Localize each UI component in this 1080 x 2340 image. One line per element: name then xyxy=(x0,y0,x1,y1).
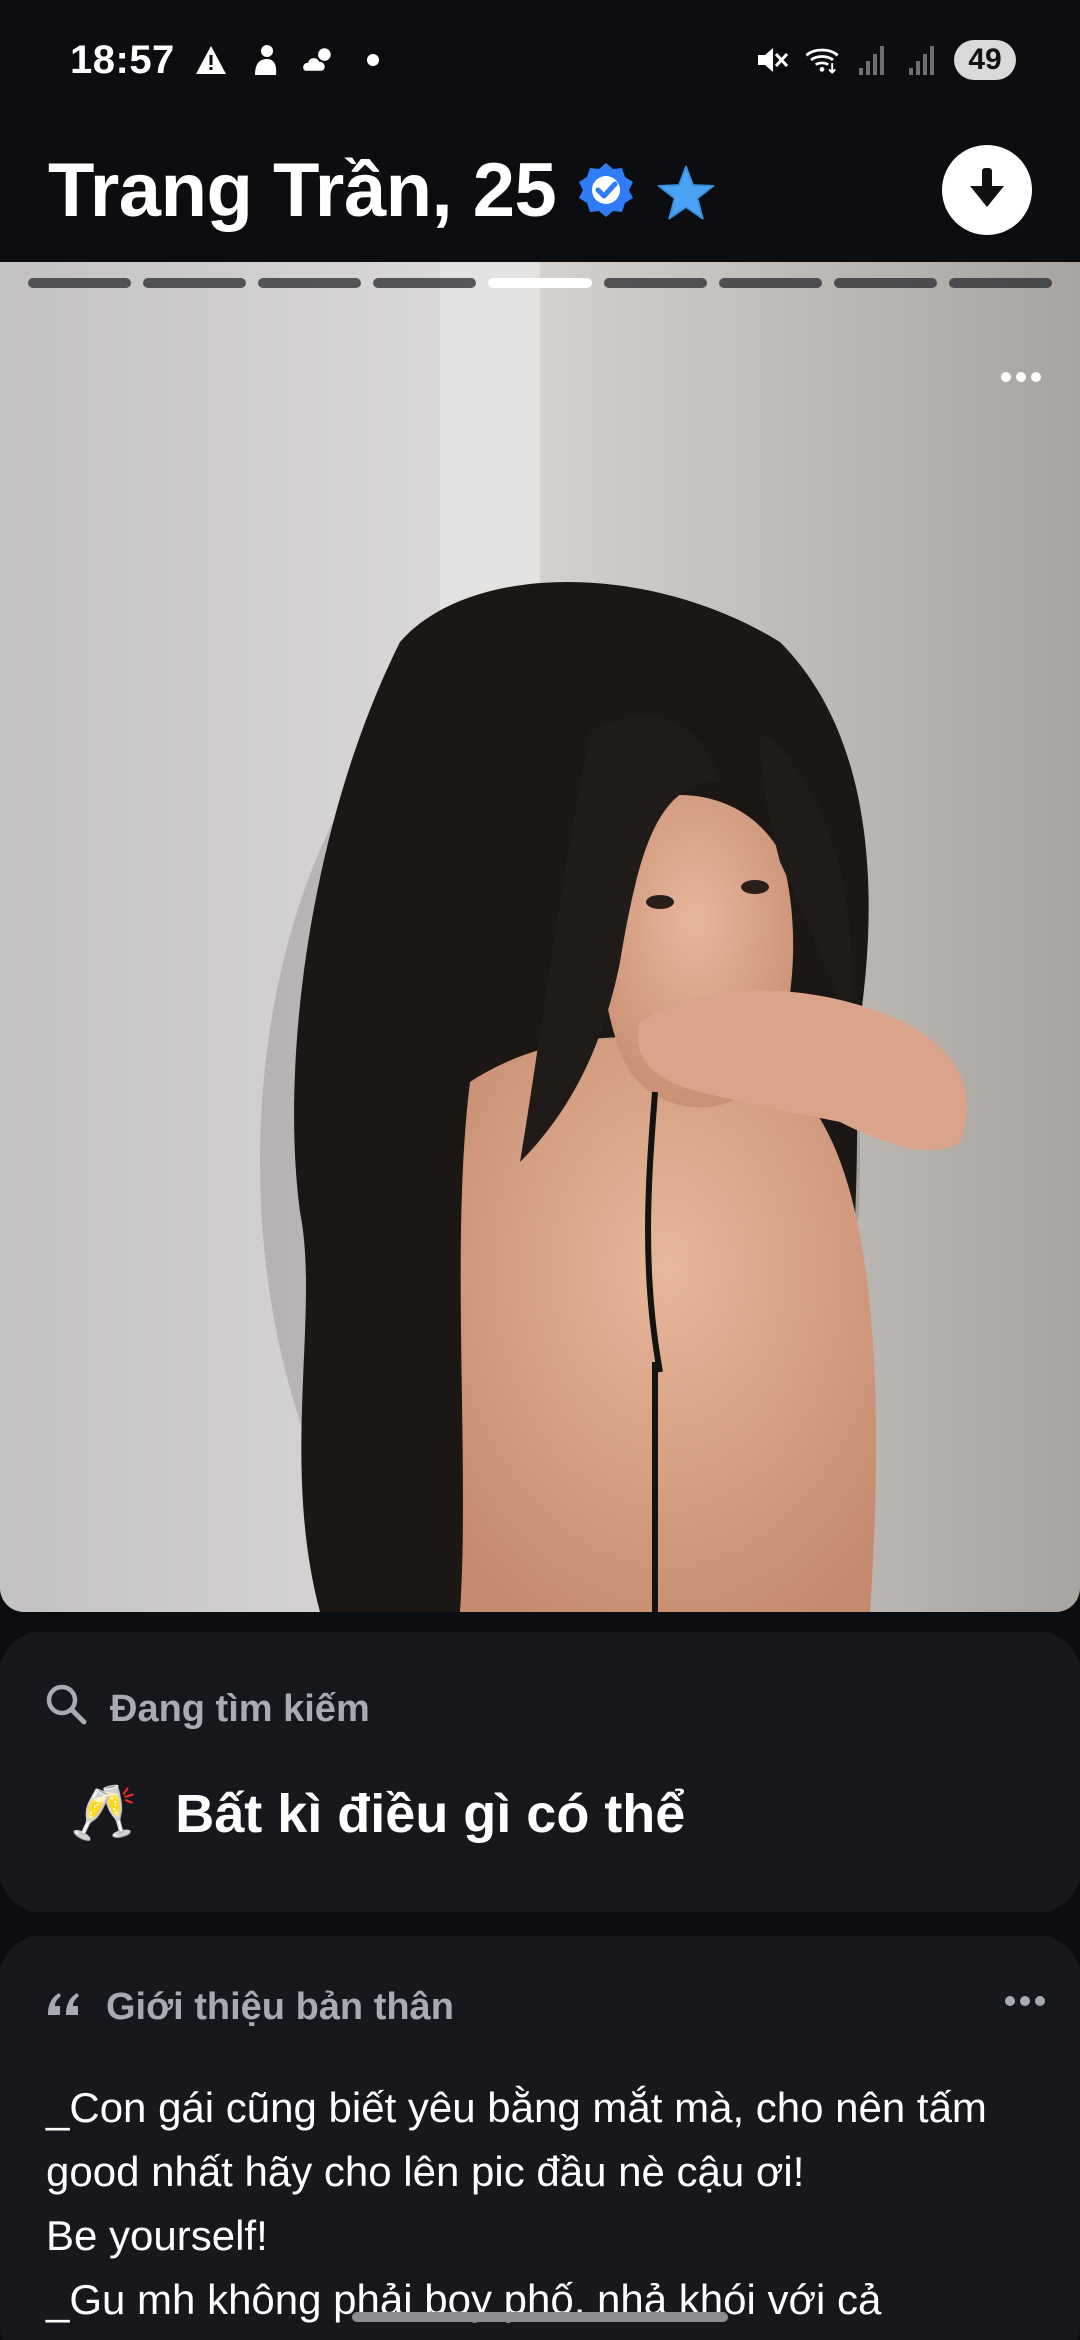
home-indicator[interactable] xyxy=(352,2312,728,2322)
verified-check-icon[interactable] xyxy=(576,160,636,220)
profile-name: Trang Trần, 25 xyxy=(48,147,557,233)
photo-progress-segment[interactable] xyxy=(28,278,132,288)
looking-for-value: Bất kì điều gì có thể xyxy=(175,1783,686,1844)
profile-photo[interactable] xyxy=(0,262,1080,1612)
looking-for-card: Đang tìm kiếm 🥂 Bất kì điều gì có thể xyxy=(0,1632,1080,1912)
signal-icon xyxy=(854,42,890,78)
dot-icon xyxy=(355,42,391,78)
photo-progress-segment[interactable] xyxy=(373,278,477,288)
status-time: 18:57 xyxy=(70,37,175,82)
photo-progress-segment[interactable] xyxy=(603,278,707,288)
arrow-down-icon xyxy=(965,165,1009,216)
photo-image xyxy=(0,262,1080,1612)
bio-text: _Con gái cũng biết yêu bằng mắt mà, cho … xyxy=(46,2084,987,2323)
wifi-icon xyxy=(804,42,840,78)
looking-for-heading: Đang tìm kiếm xyxy=(44,1682,370,1736)
name-group: Trang Trần, 25 xyxy=(48,147,716,234)
about-card: Giới thiệu bản thân _Con gái cũng biết y… xyxy=(0,1936,1080,2340)
photo-progress xyxy=(28,278,1052,290)
photo-progress-segment[interactable] xyxy=(488,278,592,288)
status-left: 18:57 xyxy=(70,38,391,83)
more-dots-icon[interactable] xyxy=(996,362,1046,392)
looking-for-value-row: 🥂 Bất kì điều gì có thể xyxy=(70,1782,685,1845)
champagne-icon: 🥂 xyxy=(70,1783,138,1843)
person-icon xyxy=(247,42,283,78)
profile-header: Trang Trần, 25 xyxy=(0,120,1080,260)
quote-icon xyxy=(44,1986,84,2029)
mute-icon xyxy=(754,42,790,78)
photo-progress-segment[interactable] xyxy=(143,278,247,288)
looking-for-label: Đang tìm kiếm xyxy=(110,1687,370,1730)
search-icon xyxy=(44,1682,88,1736)
cloud-sun-icon xyxy=(301,42,337,78)
status-bar: 18:57 49 xyxy=(0,0,1080,120)
status-right: 49 xyxy=(754,40,1016,80)
collapse-profile-button[interactable] xyxy=(942,145,1032,235)
about-label: Giới thiệu bản thân xyxy=(106,1986,454,2028)
photo-progress-segment[interactable] xyxy=(948,278,1052,288)
warning-icon xyxy=(193,42,229,78)
about-heading: Giới thiệu bản thân xyxy=(44,1986,454,2029)
photo-progress-segment[interactable] xyxy=(258,278,362,288)
signal-icon xyxy=(904,42,940,78)
more-dots-icon[interactable] xyxy=(1000,1986,1050,2016)
battery-indicator: 49 xyxy=(954,40,1016,80)
photo-progress-segment[interactable] xyxy=(833,278,937,288)
photo-progress-segment[interactable] xyxy=(718,278,822,288)
star-icon[interactable] xyxy=(656,160,716,220)
